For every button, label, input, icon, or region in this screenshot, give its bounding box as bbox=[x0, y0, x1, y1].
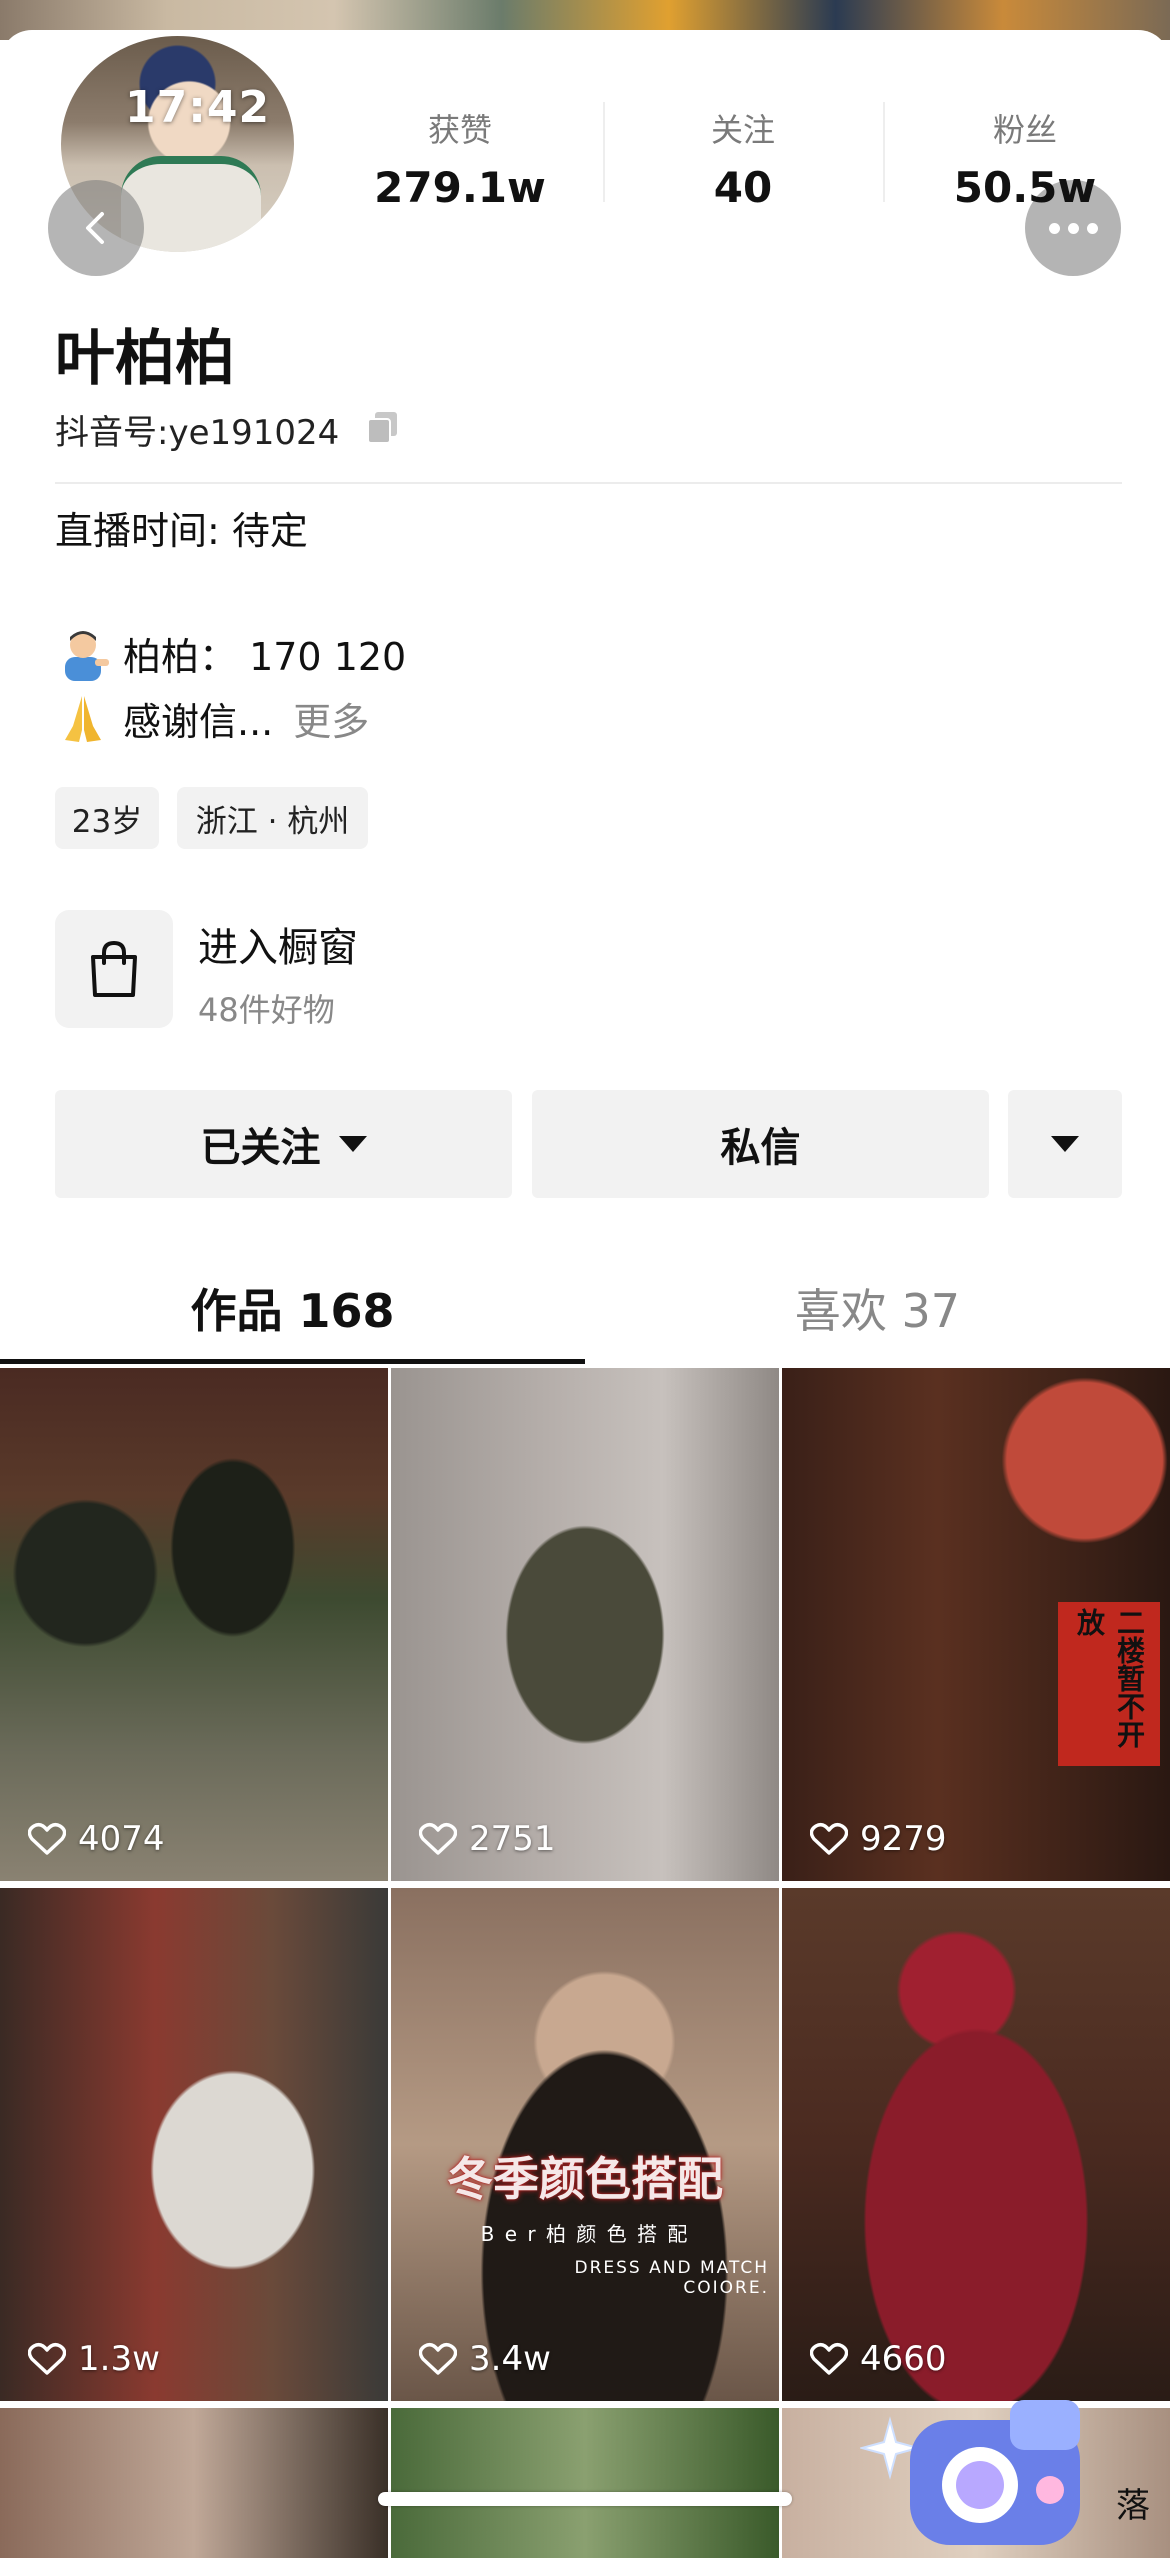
bio-line-2-text: 感谢信... bbox=[123, 699, 274, 744]
like-count-text: 2751 bbox=[469, 1819, 556, 1859]
more-dot-icon bbox=[1086, 222, 1098, 234]
stat-likes-value: 279.1w bbox=[374, 163, 546, 212]
live-time: 直播时间: 待定 bbox=[55, 509, 308, 553]
home-indicator[interactable] bbox=[378, 2492, 792, 2506]
bio-more-link[interactable]: 更多 bbox=[293, 691, 369, 746]
red-sign: 二楼暂不开放 bbox=[1058, 1602, 1160, 1766]
video-caption: DRESS AND MATCH COIORE. bbox=[574, 2258, 769, 2298]
heart-icon bbox=[810, 1822, 848, 1855]
partial-text: 落 bbox=[1116, 2486, 1150, 2526]
message-label: 私信 bbox=[720, 1125, 801, 1171]
stat-following[interactable]: 关注 40 bbox=[623, 105, 863, 212]
like-count: 4074 bbox=[28, 1819, 165, 1859]
video-tile[interactable]: 2751 bbox=[391, 1368, 779, 1881]
like-count-text: 9279 bbox=[860, 1819, 947, 1859]
shopping-bag-icon bbox=[91, 940, 137, 997]
stat-followers-label: 粉丝 bbox=[992, 111, 1057, 149]
like-count-text: 4660 bbox=[860, 2339, 947, 2379]
stat-divider bbox=[883, 102, 885, 202]
bio-line-1: 柏柏： 170 120 bbox=[55, 625, 406, 681]
video-title: 冬季颜色搭配 bbox=[447, 2152, 723, 2206]
tag-location: 浙江 · 杭州 bbox=[177, 787, 368, 849]
recommend-dropdown-button[interactable] bbox=[1008, 1090, 1122, 1198]
stat-followers-value: 50.5w bbox=[953, 163, 1097, 212]
copy-icon[interactable] bbox=[365, 410, 401, 446]
heart-icon bbox=[419, 1822, 457, 1855]
more-dot-icon bbox=[1067, 222, 1079, 234]
back-button[interactable] bbox=[48, 180, 144, 276]
like-count: 1.3w bbox=[28, 2339, 160, 2379]
stat-likes[interactable]: 获赞 279.1w bbox=[340, 105, 580, 212]
shop-title[interactable]: 进入橱窗 bbox=[198, 915, 358, 973]
video-subtitle: B e r 柏 颜 色 搭 配 bbox=[480, 2222, 690, 2246]
video-tile[interactable] bbox=[391, 2408, 779, 2558]
like-count: 2751 bbox=[419, 1819, 556, 1859]
video-tile[interactable] bbox=[0, 2408, 388, 2558]
like-count: 4660 bbox=[810, 2339, 947, 2379]
like-count: 9279 bbox=[810, 1819, 947, 1859]
caret-down-icon bbox=[1051, 1136, 1079, 1152]
caret-down-icon bbox=[338, 1136, 367, 1152]
stat-following-label: 关注 bbox=[710, 111, 775, 149]
folded-hands-icon bbox=[65, 696, 101, 742]
like-count-text: 3.4w bbox=[469, 2339, 551, 2379]
heart-icon bbox=[28, 1822, 66, 1855]
active-tab-indicator bbox=[0, 1359, 585, 1364]
video-tile[interactable]: 4074 bbox=[0, 1368, 388, 1881]
tag-age: 23岁 bbox=[55, 787, 159, 849]
video-tile[interactable]: 冬季颜色搭配 B e r 柏 颜 色 搭 配 DRESS AND MATCH C… bbox=[391, 1888, 779, 2401]
more-dot-icon bbox=[1048, 222, 1060, 234]
stat-followers[interactable]: 粉丝 50.5w bbox=[905, 105, 1145, 212]
profile-card: 17:42 获赞 279.1w 关注 40 粉丝 50.5w 叶柏柏 抖音号:y… bbox=[0, 30, 1170, 2558]
shop-subtitle: 48件好物 bbox=[198, 991, 335, 1029]
chevron-left-icon bbox=[86, 212, 104, 244]
shop-window-button[interactable] bbox=[55, 910, 173, 1028]
camera-sparkle-icon[interactable] bbox=[860, 2380, 1120, 2552]
like-count-text: 1.3w bbox=[78, 2339, 160, 2379]
bio-line-2: 感谢信... 更多 bbox=[55, 690, 369, 746]
video-tile[interactable]: 二楼暂不开放 9279 bbox=[782, 1368, 1170, 1881]
douyin-id: 抖音号:ye191024 bbox=[55, 413, 340, 453]
bio-line-1-text: 柏柏： 170 120 bbox=[123, 634, 407, 679]
heart-icon bbox=[810, 2342, 848, 2375]
heart-icon bbox=[28, 2342, 66, 2375]
tab-likes[interactable]: 喜欢 37 bbox=[585, 1275, 1170, 1341]
message-button[interactable]: 私信 bbox=[532, 1090, 989, 1198]
followed-label: 已关注 bbox=[200, 1125, 321, 1171]
stat-following-value: 40 bbox=[713, 163, 773, 212]
tab-works[interactable]: 作品 168 bbox=[0, 1275, 585, 1341]
stat-likes-label: 获赞 bbox=[427, 111, 492, 149]
profile-name: 叶柏柏 bbox=[55, 324, 235, 394]
followed-button[interactable]: 已关注 bbox=[55, 1090, 512, 1198]
like-count: 3.4w bbox=[419, 2339, 551, 2379]
like-count-text: 4074 bbox=[78, 1819, 165, 1859]
section-divider bbox=[55, 482, 1122, 484]
avatar-shirt bbox=[121, 156, 261, 252]
video-tile[interactable]: 4660 bbox=[782, 1888, 1170, 2401]
video-tile[interactable]: 1.3w bbox=[0, 1888, 388, 2401]
stat-divider bbox=[603, 102, 605, 202]
status-time: 17:42 bbox=[125, 82, 271, 133]
heart-icon bbox=[419, 2342, 457, 2375]
person-tipping-hand-icon bbox=[65, 631, 109, 681]
